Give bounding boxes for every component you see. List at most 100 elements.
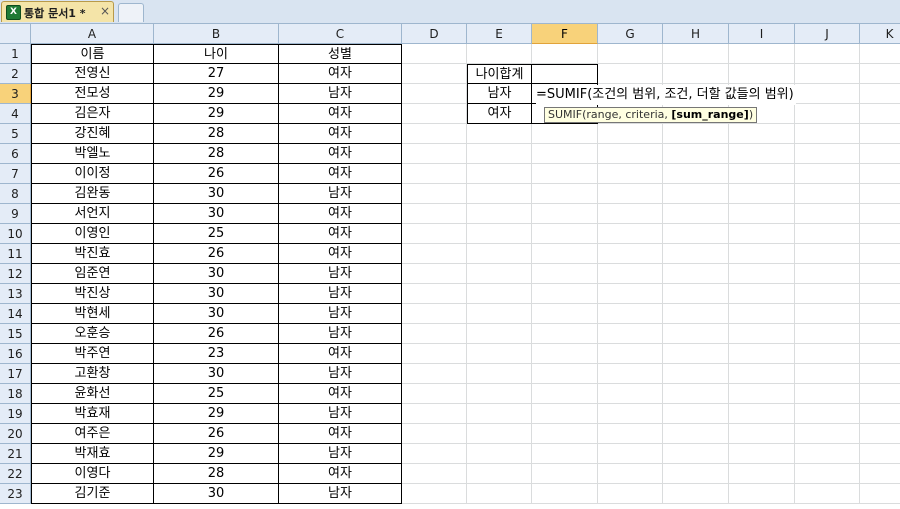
row-header-9[interactable]: 9	[0, 204, 31, 224]
table-cell[interactable]: 27	[154, 64, 279, 84]
cell-h18[interactable]	[663, 384, 729, 404]
cell-e14[interactable]	[467, 304, 532, 324]
cell-i19[interactable]	[729, 404, 795, 424]
table-cell[interactable]: 30	[154, 184, 279, 204]
column-header-d[interactable]: D	[402, 24, 467, 44]
cell-k6[interactable]	[860, 144, 900, 164]
table-cell[interactable]: 여자	[279, 164, 402, 184]
table-cell[interactable]: 여자	[279, 424, 402, 444]
cell-f9[interactable]	[532, 204, 598, 224]
cell-d9[interactable]	[402, 204, 467, 224]
cell-j20[interactable]	[795, 424, 860, 444]
cell-j10[interactable]	[795, 224, 860, 244]
table-header-cell[interactable]: 나이	[154, 44, 279, 64]
cell-h11[interactable]	[663, 244, 729, 264]
cell-g13[interactable]	[598, 284, 663, 304]
cell-k13[interactable]	[860, 284, 900, 304]
table-cell[interactable]: 박현세	[31, 304, 154, 324]
cell-h12[interactable]	[663, 264, 729, 284]
table-cell[interactable]: 26	[154, 164, 279, 184]
cell-d16[interactable]	[402, 344, 467, 364]
cell-j23[interactable]	[795, 484, 860, 504]
cell-j13[interactable]	[795, 284, 860, 304]
cell-d8[interactable]	[402, 184, 467, 204]
cell-f6[interactable]	[532, 144, 598, 164]
new-tab-button[interactable]	[118, 3, 144, 22]
row-header-5[interactable]: 5	[0, 124, 31, 144]
table-cell[interactable]: 남자	[279, 324, 402, 344]
column-header-b[interactable]: B	[154, 24, 279, 44]
cell-e6[interactable]	[467, 144, 532, 164]
cell-k5[interactable]	[860, 124, 900, 144]
cell-h20[interactable]	[663, 424, 729, 444]
table-cell[interactable]: 남자	[279, 484, 402, 504]
cell-e1[interactable]	[467, 44, 532, 64]
cell-g15[interactable]	[598, 324, 663, 344]
cell-j1[interactable]	[795, 44, 860, 64]
cell-d11[interactable]	[402, 244, 467, 264]
table-cell[interactable]: 서언지	[31, 204, 154, 224]
cell-g23[interactable]	[598, 484, 663, 504]
table-cell[interactable]: 29	[154, 84, 279, 104]
cell-k10[interactable]	[860, 224, 900, 244]
column-header-i[interactable]: I	[729, 24, 795, 44]
table-cell[interactable]: 윤화선	[31, 384, 154, 404]
cell-i16[interactable]	[729, 344, 795, 364]
table-cell[interactable]: 남자	[279, 364, 402, 384]
table-cell[interactable]: 26	[154, 324, 279, 344]
cell-k21[interactable]	[860, 444, 900, 464]
table-cell[interactable]: 여자	[279, 204, 402, 224]
table-cell[interactable]: 남자	[279, 184, 402, 204]
cell-d20[interactable]	[402, 424, 467, 444]
cell-f14[interactable]	[532, 304, 598, 324]
cell-g19[interactable]	[598, 404, 663, 424]
cell-j16[interactable]	[795, 344, 860, 364]
cell-f19[interactable]	[532, 404, 598, 424]
table-cell[interactable]: 박주연	[31, 344, 154, 364]
cell-i1[interactable]	[729, 44, 795, 64]
cell-d13[interactable]	[402, 284, 467, 304]
cell-f11[interactable]	[532, 244, 598, 264]
cell-k8[interactable]	[860, 184, 900, 204]
cell-e16[interactable]	[467, 344, 532, 364]
cell-g21[interactable]	[598, 444, 663, 464]
row-header-11[interactable]: 11	[0, 244, 31, 264]
cell-j8[interactable]	[795, 184, 860, 204]
cell-i18[interactable]	[729, 384, 795, 404]
cell-g16[interactable]	[598, 344, 663, 364]
table-cell[interactable]: 28	[154, 124, 279, 144]
cell-j11[interactable]	[795, 244, 860, 264]
cell-e21[interactable]	[467, 444, 532, 464]
cell-j21[interactable]	[795, 444, 860, 464]
table-cell[interactable]: 이영인	[31, 224, 154, 244]
row-header-18[interactable]: 18	[0, 384, 31, 404]
cell-g5[interactable]	[598, 124, 663, 144]
cell-d2[interactable]	[402, 64, 467, 84]
cell-h17[interactable]	[663, 364, 729, 384]
table-cell[interactable]: 전모성	[31, 84, 154, 104]
cell-e23[interactable]	[467, 484, 532, 504]
summary-header-label[interactable]: 나이합계	[467, 64, 532, 84]
cell-g17[interactable]	[598, 364, 663, 384]
cell-e12[interactable]	[467, 264, 532, 284]
cell-f7[interactable]	[532, 164, 598, 184]
cell-f12[interactable]	[532, 264, 598, 284]
cell-d10[interactable]	[402, 224, 467, 244]
cell-f23[interactable]	[532, 484, 598, 504]
table-cell[interactable]: 남자	[279, 444, 402, 464]
cell-k4[interactable]	[860, 104, 900, 124]
cell-d14[interactable]	[402, 304, 467, 324]
cell-k23[interactable]	[860, 484, 900, 504]
cell-e11[interactable]	[467, 244, 532, 264]
column-header-g[interactable]: G	[598, 24, 663, 44]
table-cell[interactable]: 강진혜	[31, 124, 154, 144]
cell-f22[interactable]	[532, 464, 598, 484]
cell-h2[interactable]	[663, 64, 729, 84]
cell-i8[interactable]	[729, 184, 795, 204]
cell-i14[interactable]	[729, 304, 795, 324]
cell-d6[interactable]	[402, 144, 467, 164]
cell-i13[interactable]	[729, 284, 795, 304]
cell-d4[interactable]	[402, 104, 467, 124]
row-header-7[interactable]: 7	[0, 164, 31, 184]
cell-j6[interactable]	[795, 144, 860, 164]
